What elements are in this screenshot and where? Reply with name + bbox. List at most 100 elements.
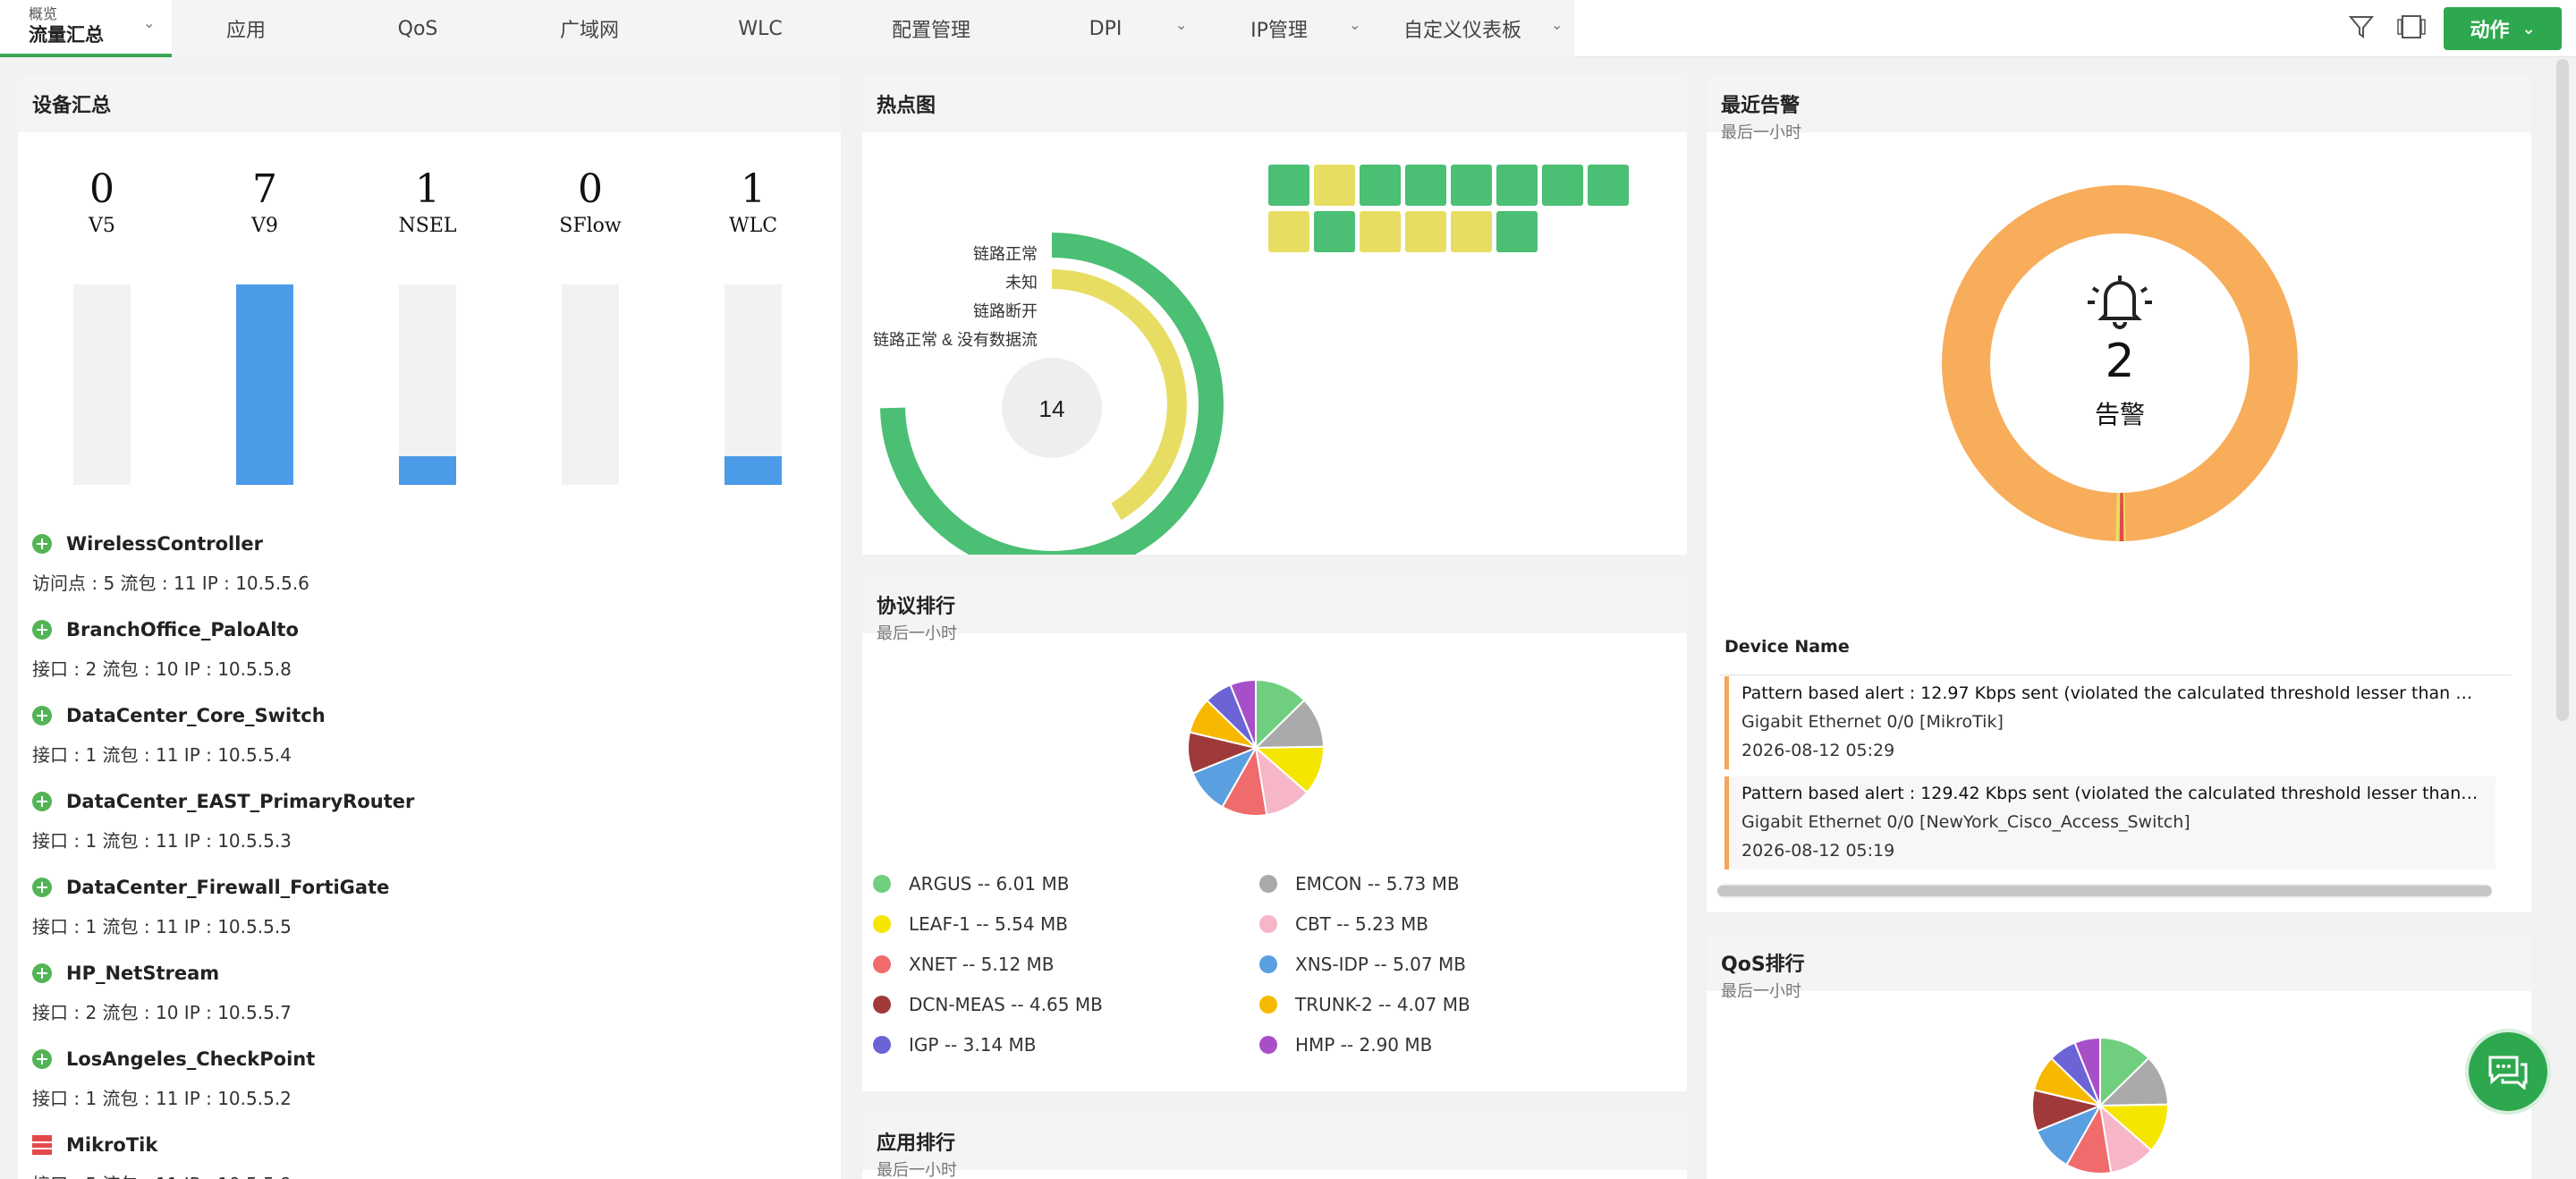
action-button[interactable]: 动作 ⌄: [2444, 7, 2562, 50]
legend-link-normal-no-data: 链路正常 & 没有数据流: [873, 331, 1038, 349]
legend-item[interactable]: IGP -- 3.14 MB: [873, 1034, 1036, 1056]
tab-custom-dashboard[interactable]: 自定义仪表板 ⌄: [1386, 0, 1563, 57]
chevron-down-icon[interactable]: ⌄: [1349, 16, 1360, 33]
legend-link-down: 链路断开: [973, 302, 1038, 320]
device-name[interactable]: LosAngeles_CheckPoint: [66, 1048, 315, 1070]
count-bar: [236, 284, 293, 485]
heatmap-cell[interactable]: [1268, 165, 1309, 206]
heatmap-cell[interactable]: [1588, 165, 1629, 206]
panel-title: 设备汇总: [32, 95, 112, 117]
heatmap-cell[interactable]: [1314, 165, 1355, 206]
top-navigation: 概览 流量汇总 ⌄ 应用 QoS 广域网 WLC 配置管理 DPI ⌄ IP管理 ⌄…: [0, 0, 2576, 57]
heatmap-cell[interactable]: [1314, 211, 1355, 252]
chevron-down-icon[interactable]: ⌄: [143, 14, 155, 31]
legend-item[interactable]: LEAF-1 -- 5.54 MB: [873, 913, 1068, 935]
tab-apps[interactable]: 应用: [179, 0, 313, 57]
chat-button[interactable]: [2465, 1029, 2551, 1115]
panel-header: 热点图: [862, 75, 1687, 132]
legend-swatch: [1259, 1036, 1277, 1054]
column-header-device-name[interactable]: Device Name: [1724, 637, 1850, 657]
legend-item[interactable]: ARGUS -- 6.01 MB: [873, 873, 1069, 895]
legend-item[interactable]: TRUNK-2 -- 4.07 MB: [1259, 994, 1470, 1015]
legend-swatch: [873, 915, 891, 933]
tab-label: DPI: [1089, 17, 1123, 40]
device-name[interactable]: DataCenter_Core_Switch: [66, 705, 326, 726]
panel-header: 协议排行 最后一小时: [862, 576, 1687, 643]
heatmap-cell[interactable]: [1405, 165, 1446, 206]
tab-qos[interactable]: QoS: [358, 0, 478, 57]
legend-swatch: [1259, 955, 1277, 973]
legend-swatch: [873, 996, 891, 1014]
heatmap-cell[interactable]: [1496, 211, 1538, 252]
bell-icon: [2088, 276, 2152, 329]
tab-wan[interactable]: 广域网: [526, 0, 653, 57]
legend-item[interactable]: CBT -- 5.23 MB: [1259, 913, 1428, 935]
device-name[interactable]: MikroTik: [66, 1134, 157, 1156]
alert-time: 2026-08-12 05:29: [1741, 741, 1895, 760]
panel-title: 应用排行: [877, 1132, 956, 1155]
device-name[interactable]: DataCenter_EAST_PrimaryRouter: [66, 791, 414, 812]
alert-row[interactable]: Pattern based alert : 129.42 Kbps sent (…: [1724, 776, 2496, 869]
legend-item[interactable]: DCN-MEAS -- 4.65 MB: [873, 994, 1103, 1015]
count-label: V5: [89, 215, 115, 237]
chevron-down-icon[interactable]: ⌄: [1551, 16, 1563, 33]
device-name[interactable]: DataCenter_Firewall_FortiGate: [66, 877, 389, 898]
heatmap-cell[interactable]: [1360, 211, 1401, 252]
horizontal-scrollbar[interactable]: [1717, 884, 2492, 898]
alert-interface: Gigabit Ethernet 0/0 [MikroTik]: [1741, 712, 2004, 732]
heatmap-cell[interactable]: [1451, 211, 1492, 252]
scrollbar-thumb[interactable]: [1717, 886, 2492, 896]
heatmap-cell[interactable]: [1496, 165, 1538, 206]
chevron-down-icon: ⌄: [2521, 19, 2536, 38]
chevron-down-icon[interactable]: ⌄: [1175, 16, 1187, 33]
heatmap-cell[interactable]: [1360, 165, 1401, 206]
alert-row[interactable]: Pattern based alert : 12.97 Kbps sent (v…: [1724, 676, 2496, 769]
tab-traffic-summary[interactable]: 概览 流量汇总 ⌄: [0, 0, 172, 57]
panel-header: QoS排行 最后一小时: [1707, 934, 2531, 1001]
device-info: 接口 : 1 流包 : 11 IP : 10.5.5.2: [32, 1088, 292, 1109]
legend-swatch: [873, 1036, 891, 1054]
legend-label: XNET -- 5.12 MB: [909, 954, 1055, 975]
count-bar: [562, 284, 619, 485]
vertical-scrollbar[interactable]: [2556, 59, 2569, 721]
alert-count: 2: [2105, 335, 2135, 388]
panel-title: 最近告警: [1721, 95, 1801, 117]
tab-config-management[interactable]: 配置管理: [868, 0, 995, 57]
legend-item[interactable]: HMP -- 2.90 MB: [1259, 1034, 1432, 1056]
chat-icon: [2488, 1056, 2528, 1090]
legend-swatch: [873, 875, 891, 893]
panel-header: 最近告警 最后一小时: [1707, 75, 2531, 142]
tab-dpi[interactable]: DPI ⌄: [1043, 0, 1188, 57]
legend-item[interactable]: EMCON -- 5.73 MB: [1259, 873, 1460, 895]
count-value: 1: [741, 166, 766, 212]
fullscreen-icon[interactable]: [2395, 11, 2428, 43]
alert-label: 告警: [2094, 400, 2145, 429]
alert-time: 2026-08-12 05:19: [1741, 841, 1895, 861]
alert-message: Pattern based alert : 129.42 Kbps sent (…: [1741, 784, 2483, 803]
heatmap-cell[interactable]: [1542, 165, 1583, 206]
legend-item[interactable]: XNET -- 5.12 MB: [873, 954, 1055, 975]
count-bar: [73, 284, 131, 485]
tab-label: QoS: [397, 17, 438, 40]
tab-ip-management[interactable]: IP管理 ⌄: [1216, 0, 1360, 57]
legend-swatch: [1259, 915, 1277, 933]
device-info: 接口 : 1 流包 : 11 IP : 10.5.5.5: [32, 916, 292, 937]
tab-label: 配置管理: [891, 20, 970, 42]
heatmap-cell[interactable]: [1268, 211, 1309, 252]
device-name[interactable]: WirelessController: [66, 533, 263, 555]
count-bar: [399, 284, 456, 485]
plus-icon: [32, 534, 52, 554]
device-info: 接口 : 2 流包 : 10 IP : 10.5.5.7: [32, 1002, 292, 1023]
heatmap-cell[interactable]: [1451, 165, 1492, 206]
count-value: 7: [252, 166, 277, 212]
heatmap-cell[interactable]: [1405, 211, 1446, 252]
panel-header: 设备汇总: [18, 75, 841, 132]
filter-icon[interactable]: [2345, 11, 2377, 43]
device-name[interactable]: BranchOffice_PaloAlto: [66, 619, 299, 640]
app-rank-panel: 应用排行 最后一小时: [862, 1113, 1687, 1179]
divider: [1719, 674, 2512, 675]
legend-item[interactable]: XNS-IDP -- 5.07 MB: [1259, 954, 1466, 975]
device-name[interactable]: HP_NetStream: [66, 963, 219, 984]
tab-wlc[interactable]: WLC: [698, 0, 823, 57]
legend-label: LEAF-1 -- 5.54 MB: [909, 913, 1068, 935]
